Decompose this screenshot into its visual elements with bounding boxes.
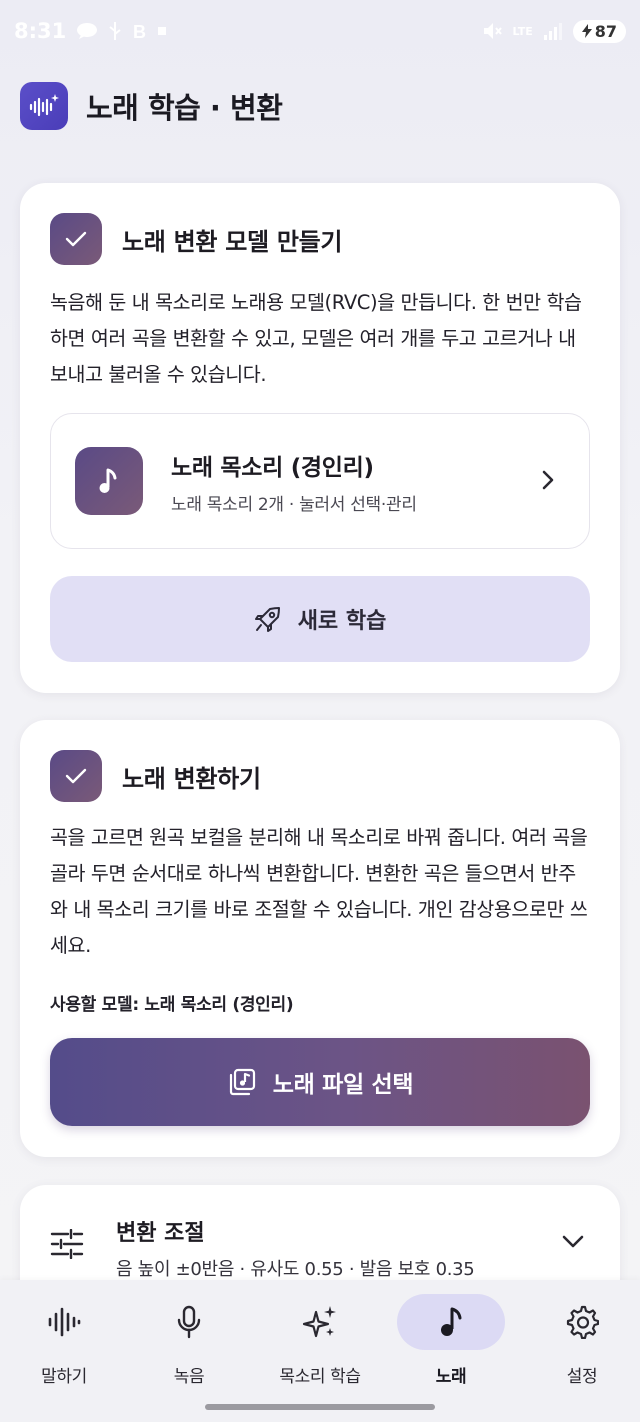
model-name: 노래 목소리 (경인리) <box>171 454 374 481</box>
mute-icon <box>483 23 502 39</box>
new-training-button[interactable]: 새로 학습 <box>50 576 590 662</box>
microphone-icon <box>177 1305 201 1339</box>
model-training-card: 노래 변환 모델 만들기 녹음해 둔 내 목소리로 노래용 모델(RVC)을 만… <box>20 183 620 693</box>
nav-item-voice-training[interactable]: 목소리 학습 <box>256 1294 384 1387</box>
check-icon <box>50 750 102 802</box>
select-song-file-label: 노래 파일 선택 <box>272 1072 414 1098</box>
chat-bubble-icon <box>77 23 98 39</box>
nav-item-speak[interactable]: 말하기 <box>0 1294 128 1387</box>
sparkles-icon <box>302 1306 336 1338</box>
music-library-icon <box>229 1068 255 1096</box>
nav-label: 목소리 학습 <box>279 1367 361 1387</box>
page-title: 노래 학습 · 변환 <box>86 91 283 125</box>
card-description: 녹음해 둔 내 목소리로 노래용 모델(RVC)을 만듭니다. 한 번만 학습하… <box>50 291 582 386</box>
status-bar: 8:31 B LTE 87 <box>0 0 640 62</box>
home-indicator[interactable] <box>205 1404 435 1410</box>
card-description: 곡을 고르면 원곡 보컬을 분리해 내 목소리로 바꿔 줍니다. 여러 곡을 골… <box>50 826 588 957</box>
music-note-icon <box>75 447 143 515</box>
nav-item-song[interactable]: 노래 <box>387 1294 515 1387</box>
svg-text:B: B <box>133 22 146 40</box>
new-training-label: 새로 학습 <box>297 609 387 634</box>
app-header: 노래 학습 · 변환 <box>20 82 283 130</box>
chevron-down-icon[interactable] <box>562 1235 584 1249</box>
music-note-icon <box>441 1307 462 1336</box>
nav-label: 노래 <box>435 1367 467 1387</box>
model-in-use-label: 사용할 모델: 노래 목소리 (경인리) <box>50 995 294 1015</box>
model-subtitle: 노래 목소리 2개 · 눌러서 선택·관리 <box>171 494 417 515</box>
nav-item-settings[interactable]: 설정 <box>518 1294 640 1387</box>
b-app-icon: B <box>133 22 146 40</box>
settings-summary: 음 높이 ±0반음 · 유사도 0.55 · 발음 보호 0.35 <box>116 1259 475 1280</box>
nav-label: 설정 <box>566 1367 598 1387</box>
card-title: 노래 변환하기 <box>122 764 261 793</box>
nav-label: 말하기 <box>41 1367 87 1387</box>
settings-title: 변환 조절 <box>116 1221 205 1246</box>
status-time: 8:31 <box>14 19 67 43</box>
battery-indicator: 87 <box>572 19 626 43</box>
tune-sliders-icon <box>50 1229 84 1259</box>
select-song-file-button[interactable]: 노래 파일 선택 <box>50 1038 590 1126</box>
gear-icon <box>566 1305 599 1339</box>
waveform-icon <box>48 1307 81 1337</box>
card-title: 노래 변환 모델 만들기 <box>122 227 343 256</box>
conversion-card: 노래 변환하기 곡을 고르면 원곡 보컬을 분리해 내 목소리로 바꿔 줍니다.… <box>20 720 620 1157</box>
active-nav-indicator <box>397 1294 505 1350</box>
bottom-navigation: 말하기 녹음 목소리 학습 노래 설정 <box>0 1280 640 1422</box>
rocket-icon <box>254 607 280 632</box>
model-selector[interactable]: 노래 목소리 (경인리) 노래 목소리 2개 · 눌러서 선택·관리 <box>50 413 590 549</box>
usb-icon <box>109 22 121 40</box>
dot-icon <box>158 27 167 35</box>
nav-label: 녹음 <box>173 1367 205 1387</box>
chevron-right-icon <box>542 470 554 490</box>
nav-item-record[interactable]: 녹음 <box>125 1294 253 1387</box>
lte-label: LTE <box>512 24 533 38</box>
battery-charging-icon <box>581 24 592 38</box>
check-icon <box>50 213 102 265</box>
waveform-sparkle-icon <box>20 82 68 130</box>
battery-level: 87 <box>594 21 617 41</box>
signal-icon <box>543 23 562 40</box>
